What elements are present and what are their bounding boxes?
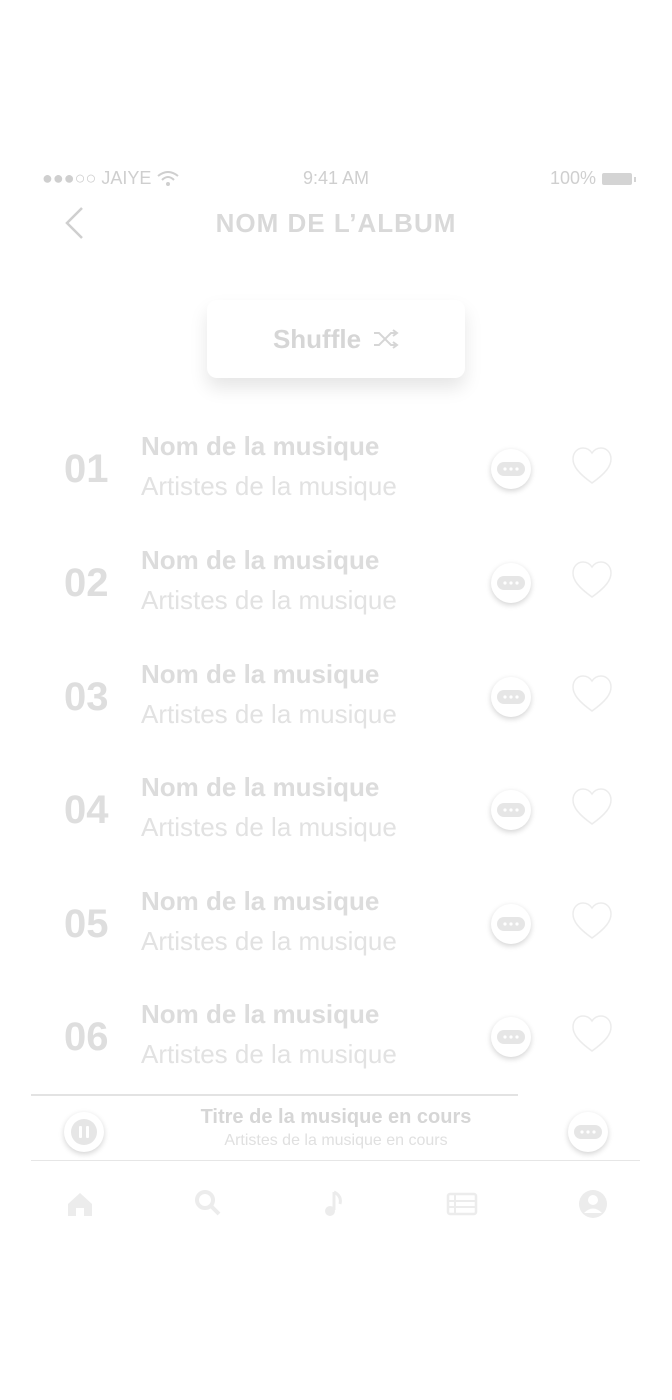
more-options-button[interactable] bbox=[491, 1017, 531, 1057]
track-row[interactable]: 06 Nom de la musique Artistes de la musi… bbox=[0, 999, 672, 1099]
shuffle-label: Shuffle bbox=[272, 323, 362, 354]
track-row[interactable]: 04 Nom de la musique Artistes de la musi… bbox=[0, 772, 672, 872]
list-icon[interactable] bbox=[446, 1188, 478, 1220]
track-artist: Artistes de la musique bbox=[141, 812, 397, 842]
more-icon bbox=[497, 1030, 525, 1044]
page-title: NOM DE L’ALBUM bbox=[215, 208, 457, 238]
battery-icon bbox=[602, 172, 636, 185]
more-icon bbox=[574, 1125, 602, 1139]
track-number: 03 bbox=[64, 675, 109, 719]
track-title: Nom de la musique bbox=[141, 772, 380, 802]
track-artist: Artistes de la musique bbox=[141, 471, 397, 501]
track-row[interactable]: 05 Nom de la musique Artistes de la musi… bbox=[0, 886, 672, 986]
profile-icon[interactable] bbox=[577, 1188, 609, 1220]
track-number: 02 bbox=[64, 561, 109, 605]
search-icon[interactable] bbox=[192, 1188, 224, 1220]
track-artist: Artistes de la musique bbox=[141, 699, 397, 729]
more-options-button[interactable] bbox=[491, 449, 531, 489]
more-options-button[interactable] bbox=[491, 677, 531, 717]
music-note-icon[interactable] bbox=[320, 1188, 352, 1220]
playback-progress-bar[interactable] bbox=[31, 1094, 518, 1096]
shuffle-button[interactable]: Shuffle bbox=[207, 300, 465, 378]
track-row[interactable]: 02 Nom de la musique Artistes de la musi… bbox=[0, 545, 672, 645]
track-artist: Artistes de la musique bbox=[141, 1039, 397, 1069]
more-icon bbox=[497, 576, 525, 590]
track-title: Nom de la musique bbox=[141, 659, 380, 689]
heart-icon[interactable] bbox=[572, 447, 612, 487]
track-number: 04 bbox=[64, 788, 109, 832]
track-title: Nom de la musique bbox=[141, 999, 380, 1029]
battery-label: 100% bbox=[549, 168, 596, 188]
heart-icon[interactable] bbox=[572, 788, 612, 828]
track-row[interactable]: 03 Nom de la musique Artistes de la musi… bbox=[0, 659, 672, 759]
track-artist: Artistes de la musique bbox=[141, 585, 397, 615]
more-icon bbox=[497, 803, 525, 817]
more-options-button[interactable] bbox=[491, 563, 531, 603]
track-title: Nom de la musique bbox=[141, 431, 380, 461]
status-battery: 100% bbox=[549, 168, 636, 189]
track-row[interactable]: 01 Nom de la musique Artistes de la musi… bbox=[0, 431, 672, 531]
more-icon bbox=[497, 462, 525, 476]
track-title: Nom de la musique bbox=[141, 886, 380, 916]
more-icon bbox=[497, 690, 525, 704]
track-number: 01 bbox=[64, 447, 109, 491]
shuffle-icon bbox=[374, 329, 399, 349]
track-artist: Artistes de la musique bbox=[141, 926, 397, 956]
heart-icon[interactable] bbox=[572, 675, 612, 715]
track-title: Nom de la musique bbox=[141, 545, 380, 575]
now-playing-more-button[interactable] bbox=[568, 1112, 608, 1152]
track-number: 06 bbox=[64, 1015, 109, 1059]
more-options-button[interactable] bbox=[491, 904, 531, 944]
heart-icon[interactable] bbox=[572, 1015, 612, 1055]
heart-icon[interactable] bbox=[572, 561, 612, 601]
more-options-button[interactable] bbox=[491, 790, 531, 830]
track-number: 05 bbox=[64, 902, 109, 946]
home-icon[interactable] bbox=[64, 1188, 96, 1220]
divider bbox=[31, 1160, 640, 1161]
more-icon bbox=[497, 917, 525, 931]
heart-icon[interactable] bbox=[572, 902, 612, 942]
